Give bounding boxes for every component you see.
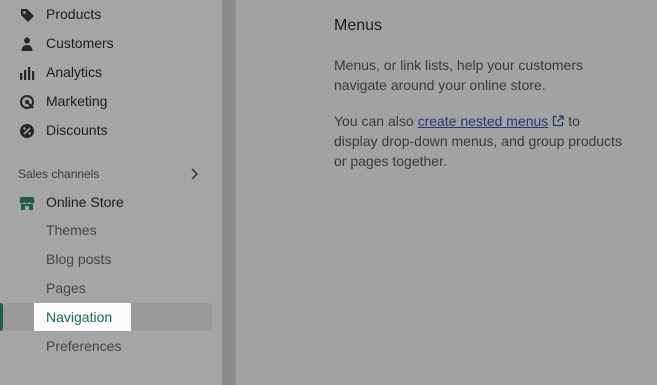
- sidebar-item-marketing[interactable]: Marketing: [0, 87, 212, 115]
- sidebar-subitem-label-active: Navigation: [46, 309, 113, 325]
- external-link-icon[interactable]: [552, 112, 564, 127]
- sidebar-subitem-label: Themes: [46, 222, 97, 238]
- sidebar-item-label: Products: [46, 6, 102, 22]
- create-nested-menus-link[interactable]: create nested menus: [418, 113, 549, 129]
- sidebar-subitem-pages[interactable]: Pages: [0, 274, 212, 302]
- sidebar-item-label: Online Store: [46, 194, 124, 210]
- discount-icon: [18, 122, 36, 140]
- tag-icon: [18, 6, 36, 24]
- sidebar: Products Customers Analytics Marketing D…: [0, 0, 222, 385]
- sidebar-subitem-themes[interactable]: Themes: [0, 216, 212, 244]
- menus-description: Menus, or link lists, help your customer…: [334, 57, 583, 93]
- chevron-right-icon[interactable]: [186, 166, 202, 182]
- panel-divider-edge: [235, 0, 237, 385]
- sidebar-item-label: Customers: [46, 35, 114, 51]
- sales-channels-heading: Sales channels: [18, 167, 100, 181]
- sidebar-item-customers[interactable]: Customers: [0, 29, 212, 57]
- panel-divider: [222, 0, 235, 385]
- sidebar-subitem-blog-posts[interactable]: Blog posts: [0, 245, 212, 273]
- sidebar-subitem-label: Pages: [46, 280, 86, 296]
- sidebar-item-label: Marketing: [46, 93, 108, 109]
- person-icon: [18, 35, 36, 53]
- sidebar-item-label: Analytics: [46, 64, 103, 80]
- sidebar-item-online-store[interactable]: Online Store: [0, 188, 212, 216]
- nested-prefix: You can also: [334, 113, 418, 129]
- sidebar-item-discounts[interactable]: Discounts: [0, 116, 212, 144]
- target-icon: [18, 93, 36, 111]
- page-title: Menus: [334, 17, 383, 34]
- store-icon: [18, 194, 36, 212]
- sidebar-item-products[interactable]: Products: [0, 0, 212, 28]
- active-indicator: [0, 303, 3, 331]
- bar-chart-icon: [18, 64, 36, 82]
- nested-menus-text: You can also create nested menus to disp…: [334, 111, 624, 171]
- sidebar-item-analytics[interactable]: Analytics: [0, 58, 212, 86]
- sidebar-subitem-label: Preferences: [46, 338, 122, 354]
- sidebar-subitem-label: Blog posts: [46, 251, 112, 267]
- sidebar-item-label: Discounts: [46, 122, 108, 138]
- sidebar-subitem-preferences[interactable]: Preferences: [0, 332, 212, 360]
